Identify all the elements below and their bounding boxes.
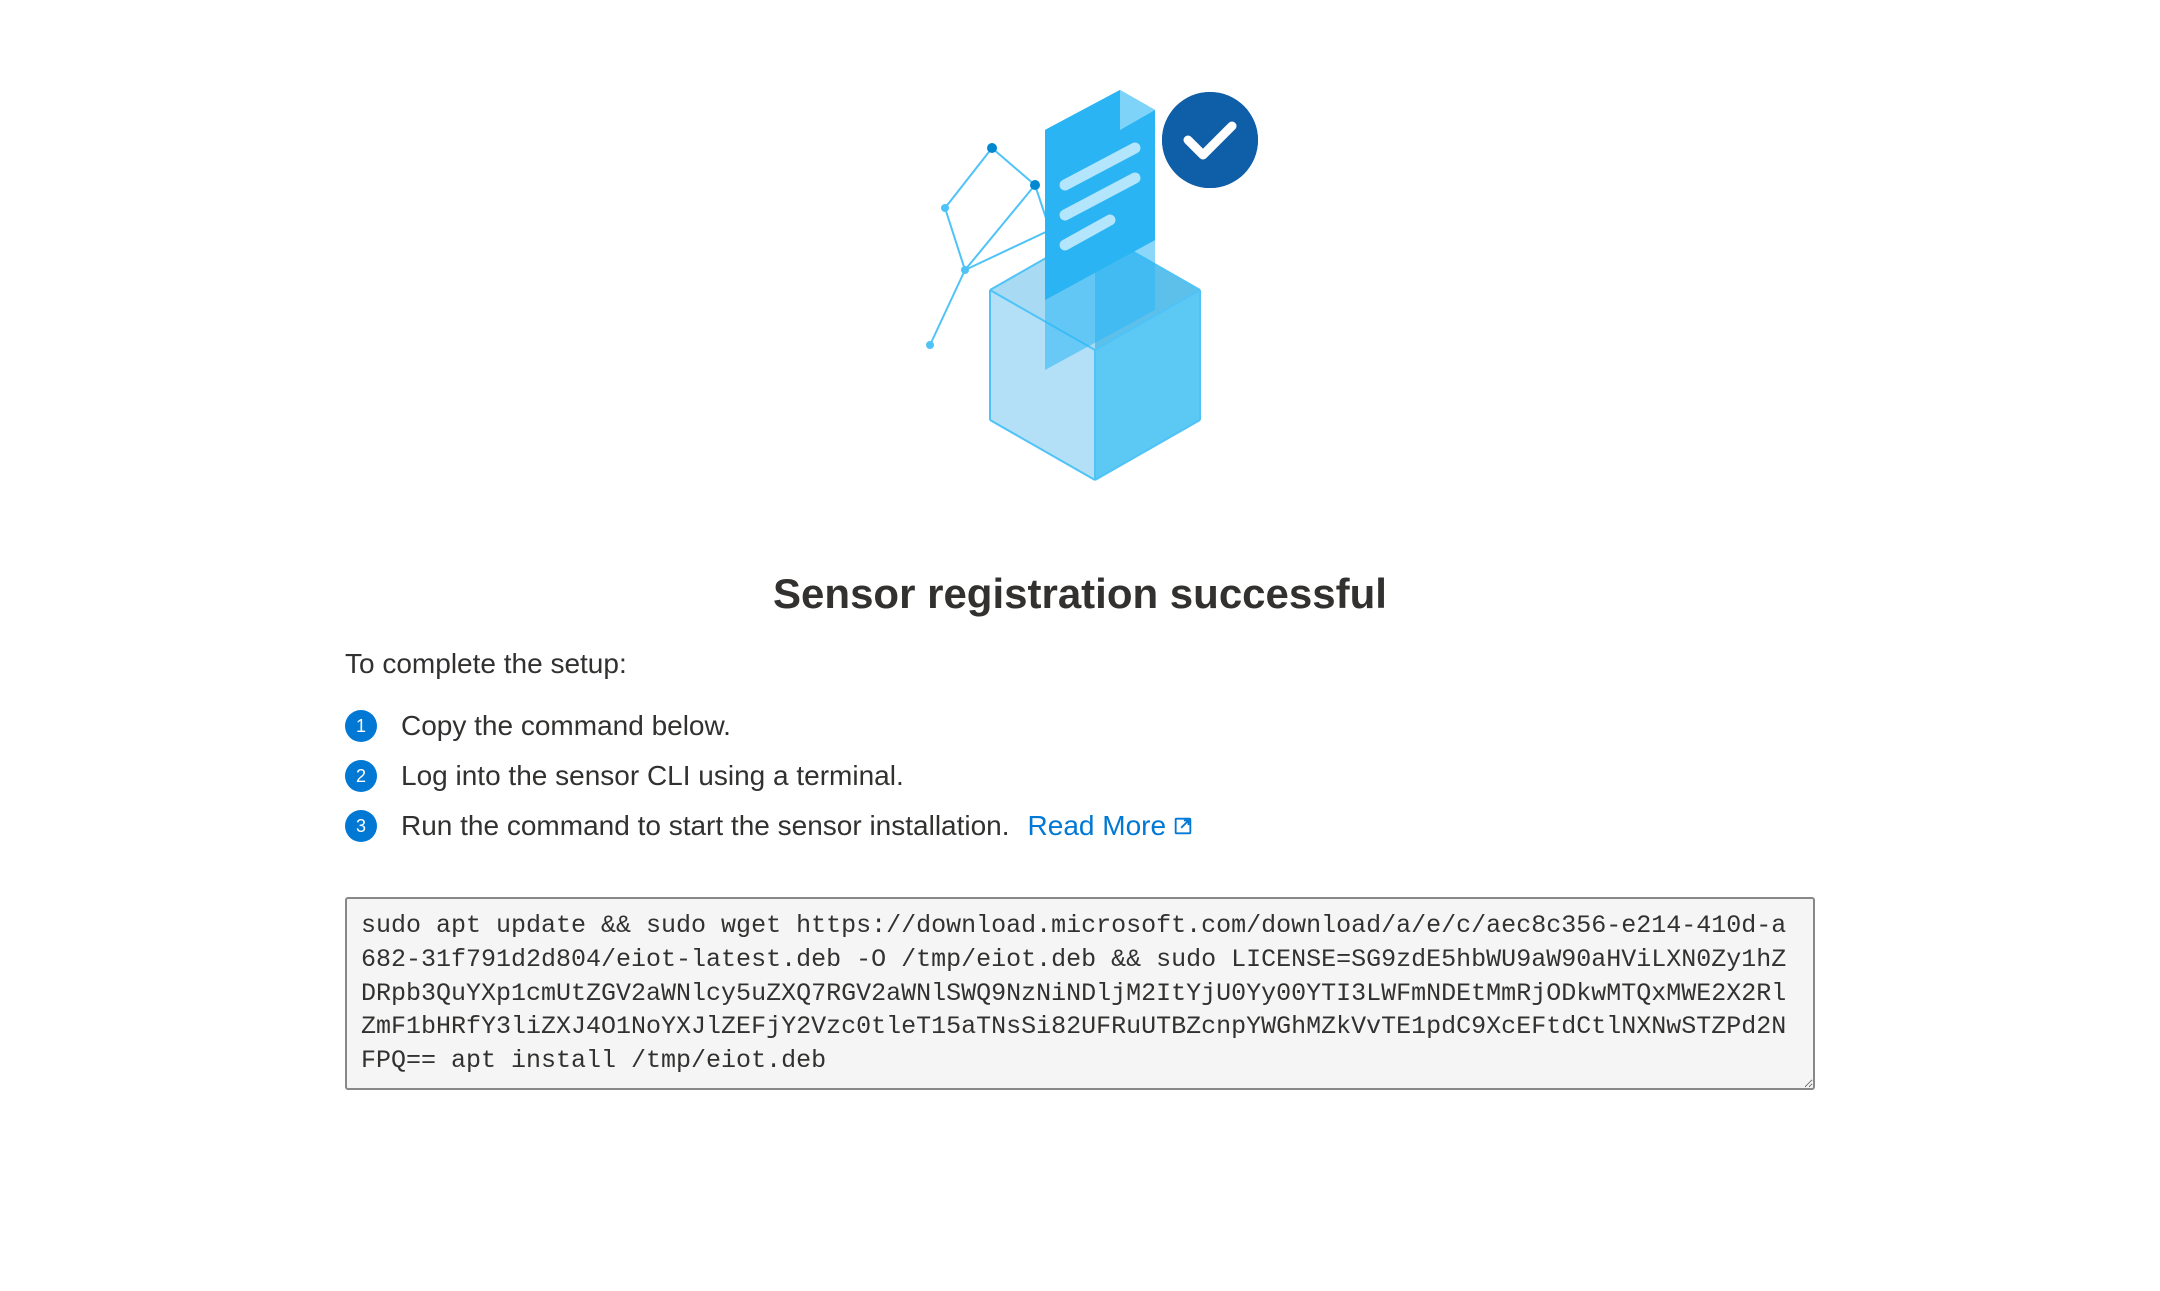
- page-title: Sensor registration successful: [345, 570, 1815, 618]
- step-number-badge: 2: [345, 760, 377, 792]
- step-item-1: 1 Copy the command below.: [345, 710, 1815, 742]
- steps-list: 1 Copy the command below. 2 Log into the…: [345, 710, 1815, 842]
- main-content: Sensor registration successful To comple…: [165, 40, 1995, 1095]
- read-more-label: Read More: [1028, 810, 1167, 842]
- external-link-icon: [1172, 815, 1194, 837]
- step-number-badge: 3: [345, 810, 377, 842]
- illustration-wrapper: [345, 70, 1815, 490]
- box-document-icon: [870, 70, 1290, 490]
- step-text: Log into the sensor CLI using a terminal…: [401, 760, 904, 792]
- step-item-2: 2 Log into the sensor CLI using a termin…: [345, 760, 1815, 792]
- command-textarea[interactable]: [345, 897, 1815, 1090]
- step-number-badge: 1: [345, 710, 377, 742]
- step-text: Copy the command below.: [401, 710, 731, 742]
- step-text: Run the command to start the sensor inst…: [401, 810, 1010, 842]
- read-more-link[interactable]: Read More: [1028, 810, 1195, 842]
- step-item-3: 3 Run the command to start the sensor in…: [345, 810, 1815, 842]
- setup-subtitle: To complete the setup:: [345, 648, 1815, 680]
